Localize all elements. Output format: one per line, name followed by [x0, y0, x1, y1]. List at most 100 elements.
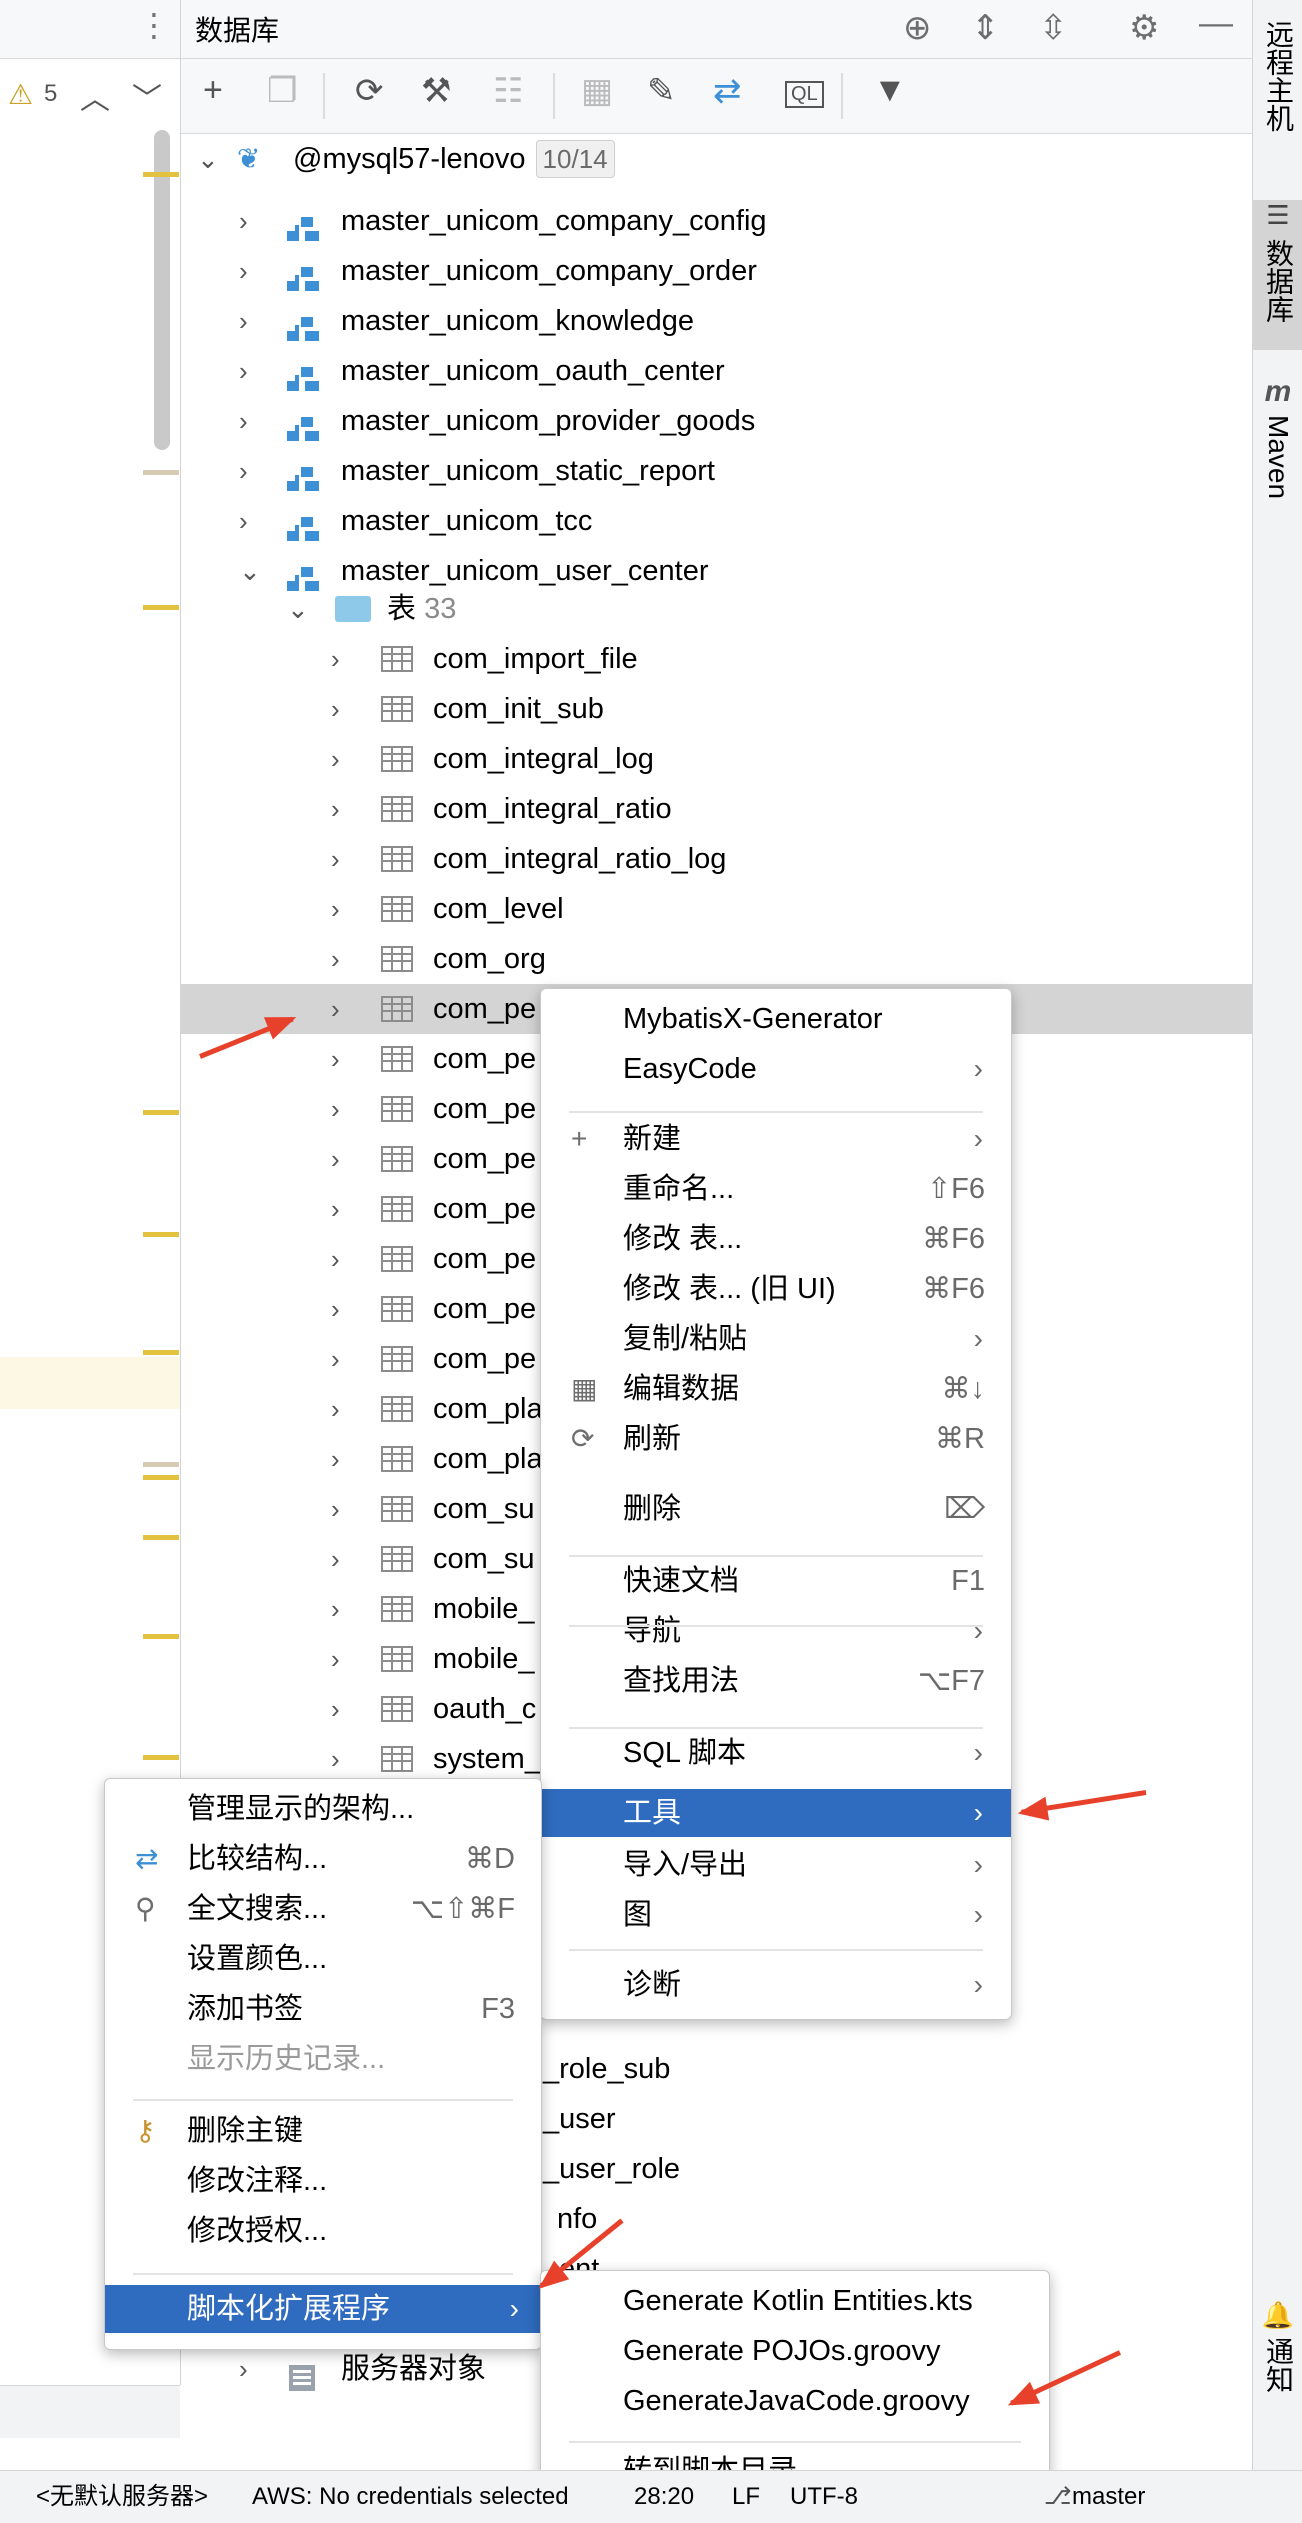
chevron-right-icon[interactable]: ›	[331, 1034, 340, 1084]
context-menu-item[interactable]: 导航 ›	[541, 1607, 1011, 1655]
more-options-icon[interactable]: ⋮	[138, 6, 170, 44]
tools-menu-item[interactable]: 设置颜色...	[105, 1935, 541, 1983]
chevron-right-icon[interactable]: ›	[331, 834, 340, 884]
context-menu-item[interactable]: 删除 ⌦	[541, 1485, 1011, 1533]
context-menu-item[interactable]: EasyCode ›	[541, 1045, 1011, 1093]
table-view-icon[interactable]: ▦	[581, 71, 613, 111]
tools-menu-item[interactable]: 显示历史记录...	[105, 2035, 541, 2083]
error-stripe-mark[interactable]	[143, 1462, 179, 1467]
context-menu-item[interactable]: + 新建 ›	[541, 1115, 1011, 1163]
context-menu-item[interactable]: 查找用法 ⌥F7	[541, 1657, 1011, 1705]
chevron-right-icon[interactable]: ›	[331, 634, 340, 684]
chevron-right-icon[interactable]: ›	[331, 1434, 340, 1484]
tree-table[interactable]: › com_init_sub	[181, 684, 1252, 734]
minimize-icon[interactable]: —	[1199, 4, 1233, 43]
chevron-right-icon[interactable]: ›	[331, 1284, 340, 1334]
tree-table[interactable]: › com_org	[181, 934, 1252, 984]
error-stripe-mark[interactable]	[143, 1232, 179, 1237]
status-server[interactable]: <无默认服务器>	[36, 2471, 208, 2523]
tree-connection[interactable]: ⌄ ❦ @mysql57-lenovo 10/14	[181, 134, 1252, 184]
tree-schema[interactable]: › master_unicom_tcc	[181, 496, 1252, 546]
previous-highlight-icon[interactable]: ︿	[80, 74, 110, 118]
context-menu-item[interactable]: 快速文档 F1	[541, 1557, 1011, 1605]
error-stripe-mark[interactable]	[143, 1350, 179, 1355]
tree-schema[interactable]: ⌄ master_unicom_user_center	[181, 546, 1252, 596]
scripts-menu-item[interactable]: GenerateJavaCode.groovy	[541, 2377, 1049, 2425]
status-encoding[interactable]: UTF-8	[790, 2471, 858, 2523]
tools-menu-item[interactable]: 修改授权...	[105, 2207, 541, 2255]
tree-schema[interactable]: › master_unicom_static_report	[181, 446, 1252, 496]
tools-menu-item[interactable]: 添加书签 F3	[105, 1985, 541, 2033]
ql-console-icon[interactable]: QL	[785, 81, 824, 108]
chevron-right-icon[interactable]: ›	[331, 1534, 340, 1584]
add-icon[interactable]: +	[203, 71, 223, 110]
chevron-right-icon[interactable]: ›	[331, 1334, 340, 1384]
chevron-right-icon[interactable]: ›	[239, 346, 248, 396]
collapse-all-icon[interactable]: ⇳	[1039, 8, 1068, 48]
chevron-right-icon[interactable]: ›	[331, 984, 340, 1034]
expand-all-icon[interactable]: ⇕	[971, 8, 1000, 48]
chevron-right-icon[interactable]: ›	[331, 1384, 340, 1434]
tree-table[interactable]: › com_import_file	[181, 634, 1252, 684]
chevron-right-icon[interactable]: ›	[331, 1484, 340, 1534]
chevron-right-icon[interactable]: ›	[239, 296, 248, 346]
crosshair-icon[interactable]: ⊕	[903, 8, 932, 48]
status-aws[interactable]: AWS: No credentials selected	[252, 2471, 569, 2523]
database-disabled-icon[interactable]: ☷	[493, 71, 523, 111]
copy-icon[interactable]: ❐	[267, 71, 297, 111]
tree-schema[interactable]: › master_unicom_company_order	[181, 246, 1252, 296]
context-menu-item[interactable]: 修改 表... (旧 UI) ⌘F6	[541, 1265, 1011, 1313]
gear-icon[interactable]: ⚙	[1129, 8, 1159, 48]
scripts-menu-item[interactable]: Generate POJOs.groovy	[541, 2327, 1049, 2375]
tree-schema[interactable]: › master_unicom_company_config	[181, 196, 1252, 246]
chevron-right-icon[interactable]: ›	[331, 784, 340, 834]
tools-menu-item[interactable]: ⚲ 全文搜索... ⌥⇧⌘F	[105, 1885, 541, 1933]
chevron-right-icon[interactable]: ›	[331, 734, 340, 784]
context-menu-item[interactable]: ⟳ 刷新 ⌘R	[541, 1415, 1011, 1463]
context-menu-item[interactable]: 图 ›	[541, 1891, 1011, 1939]
chevron-right-icon[interactable]: ›	[239, 246, 248, 296]
chevron-right-icon[interactable]: ›	[331, 1184, 340, 1234]
chevron-right-icon[interactable]: ›	[331, 1634, 340, 1684]
tools-menu-item[interactable]: ⇄ 比较结构... ⌘D	[105, 1835, 541, 1883]
next-highlight-icon[interactable]: ﹀	[132, 74, 162, 118]
chevron-right-icon[interactable]: ›	[331, 1734, 340, 1784]
scripts-menu-item[interactable]: Generate Kotlin Entities.kts	[541, 2277, 1049, 2325]
tab-notifications[interactable]: 🔔 通知	[1253, 2300, 1302, 2440]
editor-scrollbar-thumb[interactable]	[154, 130, 170, 450]
chevron-right-icon[interactable]: ›	[331, 1684, 340, 1734]
chevron-right-icon[interactable]: ›	[239, 2344, 248, 2394]
chevron-right-icon[interactable]: ›	[331, 1584, 340, 1634]
status-branch[interactable]: master	[1072, 2471, 1145, 2523]
data-source-properties-icon[interactable]: ⚒	[421, 71, 451, 111]
edit-icon[interactable]: ✎	[647, 71, 676, 111]
error-stripe-mark[interactable]	[143, 605, 179, 610]
chevron-right-icon[interactable]: ›	[331, 934, 340, 984]
tree-table[interactable]: › com_integral_ratio_log	[181, 834, 1252, 884]
chevron-down-icon[interactable]: ⌄	[239, 546, 261, 596]
context-menu-item[interactable]: SQL 脚本 ›	[541, 1729, 1011, 1777]
tab-remote-host[interactable]: 远程主机	[1253, 20, 1302, 180]
error-stripe-mark[interactable]	[143, 172, 179, 177]
status-position[interactable]: 28:20	[634, 2471, 694, 2523]
error-stripe-mark[interactable]	[143, 1475, 179, 1480]
tools-menu-item[interactable]: 管理显示的架构...	[105, 1785, 541, 1833]
error-stripe-mark[interactable]	[143, 470, 179, 475]
compare-icon[interactable]: ⇄	[713, 71, 742, 111]
error-stripe-mark[interactable]	[143, 1110, 179, 1115]
error-stripe-mark[interactable]	[143, 1634, 179, 1639]
tools-menu-item[interactable]: 脚本化扩展程序 ›	[105, 2285, 541, 2333]
context-menu-item[interactable]: 重命名... ⇧F6	[541, 1165, 1011, 1213]
context-menu-item[interactable]: 导入/导出 ›	[541, 1841, 1011, 1889]
tree-table[interactable]: › com_level	[181, 884, 1252, 934]
chevron-right-icon[interactable]: ›	[331, 1234, 340, 1284]
chevron-right-icon[interactable]: ›	[331, 884, 340, 934]
context-menu-item[interactable]: 复制/粘贴 ›	[541, 1315, 1011, 1363]
tree-schema[interactable]: › master_unicom_oauth_center	[181, 346, 1252, 396]
chevron-right-icon[interactable]: ›	[239, 446, 248, 496]
error-stripe-mark[interactable]	[143, 1535, 179, 1540]
context-menu-item[interactable]: MybatisX-Generator	[541, 995, 1011, 1043]
error-stripe-mark[interactable]	[143, 1755, 179, 1760]
tree-table[interactable]: › com_integral_ratio	[181, 784, 1252, 834]
tab-maven[interactable]: m Maven	[1253, 375, 1302, 525]
